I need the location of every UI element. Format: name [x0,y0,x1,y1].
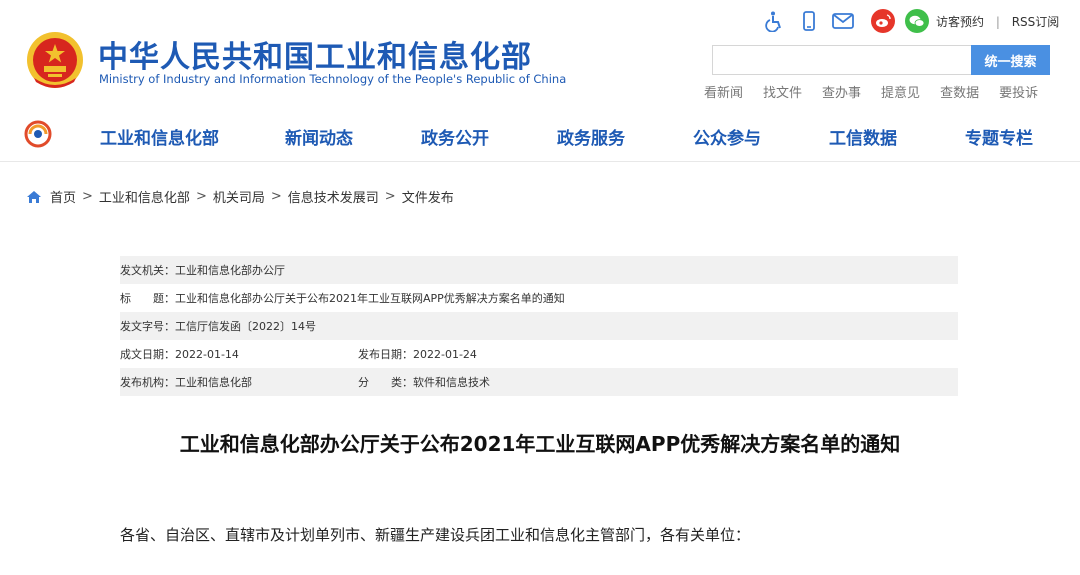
meta-published-date: 发布日期：2022-01-24 [358,348,477,361]
meta-publisher: 发布机构：工业和信息化部 [120,376,252,389]
search-input[interactable] [712,45,972,75]
breadcrumb-separator: > [82,189,93,204]
national-emblem-icon[interactable] [24,30,86,92]
breadcrumb-documents[interactable]: 文件发布 [402,187,454,206]
article-greeting: 各省、自治区、直辖市及计划单列市、新疆生产建设兵团工业和信息化主管部门，各有关单… [120,526,751,544]
search-button[interactable]: 统一搜索 [971,45,1050,75]
mobile-icon[interactable] [796,8,822,34]
quick-link-files[interactable]: 找文件 [763,82,802,101]
meta-row-dates: 成文日期：2022-01-14 发布日期：2022-01-24 [120,340,958,368]
top-links: 访客预约 | RSS订阅 [936,13,1059,30]
breadcrumb-separator: > [384,189,396,204]
breadcrumb-home[interactable]: 首页 [50,187,76,206]
accessibility-icon[interactable] [762,8,788,34]
meta-created-date: 成文日期：2022-01-14 [120,348,239,361]
home-icon[interactable] [26,189,42,205]
quick-links: 看新闻 找文件 查办事 提意见 查数据 要投诉 [704,82,1058,101]
visitor-booking-link[interactable]: 访客预约 [936,15,984,29]
rss-link[interactable]: RSS订阅 [1012,15,1060,29]
nav-item-news[interactable]: 新闻动态 [285,124,353,149]
quick-link-news[interactable]: 看新闻 [704,82,743,101]
meta-issuer: 发文机关：工业和信息化部办公厅 [120,264,285,277]
breadcrumb-ministry[interactable]: 工业和信息化部 [99,187,190,206]
meta-row-issuer: 发文机关：工业和信息化部办公厅 [120,256,958,284]
nav-item-public-participation[interactable]: 公众参与 [693,124,761,149]
breadcrumb-departments[interactable]: 机关司局 [213,187,265,206]
site-header: 中华人民共和国工业和信息化部 Ministry of Industry and … [0,0,1080,110]
nav-item-government-affairs[interactable]: 政务公开 [421,124,489,149]
meta-doc-number: 发文字号：工信厅信发函〔2022〕14号 [120,320,316,333]
mail-icon[interactable] [830,8,856,34]
breadcrumb-it-department[interactable]: 信息技术发展司 [288,187,379,206]
weibo-icon[interactable] [870,8,896,34]
article-title: 工业和信息化部办公厅关于公布2021年工业互联网APP优秀解决方案名单的通知 [179,432,901,456]
nav-item-ministry[interactable]: 工业和信息化部 [100,124,219,149]
quick-link-complaint[interactable]: 要投诉 [999,82,1038,101]
meta-row-title: 标 题：工业和信息化部办公厅关于公布2021年工业互联网APP优秀解决方案名单的… [120,284,958,312]
quick-link-data[interactable]: 查数据 [940,82,979,101]
quick-link-feedback[interactable]: 提意见 [881,82,920,101]
site-title[interactable]: 中华人民共和国工业和信息化部 [98,32,532,76]
breadcrumb: 首页 > 工业和信息化部 > 机关司局 > 信息技术发展司 > 文件发布 [26,187,454,206]
link-separator: | [995,15,1000,29]
quick-link-services[interactable]: 查办事 [822,82,861,101]
site-subtitle-english: Ministry of Industry and Information Tec… [99,72,567,86]
nav-item-data[interactable]: 工信数据 [829,124,897,149]
breadcrumb-separator: > [270,189,282,204]
document-metadata: 发文机关：工业和信息化部办公厅 标 题：工业和信息化部办公厅关于公布2021年工… [120,256,958,396]
main-nav: 工业和信息化部 新闻动态 政务公开 政务服务 公众参与 工信数据 专题专栏 [0,110,1080,162]
meta-row-publisher: 发布机构：工业和信息化部 分 类：软件和信息技术 [120,368,958,396]
wechat-icon[interactable] [904,8,930,34]
meta-row-doc-number: 发文字号：工信厅信发函〔2022〕14号 [120,312,958,340]
utility-icons [762,8,930,34]
ministry-logo-icon[interactable] [24,120,52,148]
meta-title: 标 题：工业和信息化部办公厅关于公布2021年工业互联网APP优秀解决方案名单的… [120,292,565,305]
meta-category: 分 类：软件和信息技术 [358,376,490,389]
nav-item-topics[interactable]: 专题专栏 [965,124,1033,149]
nav-item-government-services[interactable]: 政务服务 [557,124,625,149]
breadcrumb-separator: > [195,189,207,204]
